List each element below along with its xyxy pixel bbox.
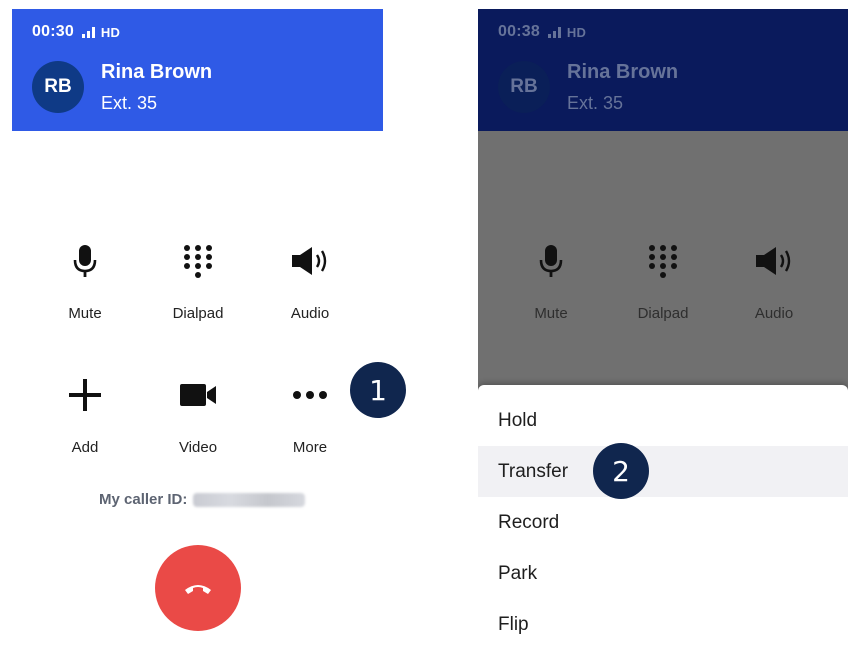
dialpad-button[interactable]: Dialpad — [608, 241, 718, 341]
status-bar: 00:38 HD — [498, 23, 586, 41]
audio-button[interactable]: Audio — [719, 241, 829, 341]
plus-icon — [30, 375, 140, 415]
microphone-icon — [496, 241, 606, 281]
mute-label: Mute — [68, 305, 102, 322]
mute-label: Mute — [534, 305, 568, 322]
hd-indicator: HD — [100, 24, 121, 40]
more-button[interactable]: More — [255, 375, 365, 475]
audio-button[interactable]: Audio — [255, 241, 365, 341]
call-timer: 00:30 — [32, 23, 74, 40]
avatar: RB — [498, 61, 550, 113]
signal-icon — [547, 26, 561, 38]
mute-button[interactable]: Mute — [496, 241, 606, 341]
step-badge-2: 2 — [593, 443, 649, 499]
video-label: Video — [178, 439, 218, 456]
my-caller-id: My caller ID: — [99, 491, 306, 508]
call-timer: 00:38 — [498, 23, 540, 40]
status-bar: 00:30 HD — [32, 23, 120, 41]
add-button[interactable]: Add — [30, 375, 140, 475]
menu-item-flip[interactable]: Flip — [478, 599, 848, 650]
caller-id-label: My caller ID: — [99, 491, 188, 508]
hang-up-icon — [185, 585, 211, 594]
microphone-icon — [30, 241, 140, 281]
hang-up-button[interactable] — [155, 545, 241, 631]
more-dots-icon — [255, 375, 365, 415]
dialpad-icon — [143, 241, 253, 281]
menu-item-transfer[interactable]: Transfer — [478, 446, 848, 497]
video-button[interactable]: Video — [143, 375, 253, 475]
caller-extension: Ext. 35 — [567, 93, 624, 113]
dialpad-button[interactable]: Dialpad — [143, 241, 253, 341]
hd-indicator: HD — [566, 24, 587, 40]
caller-name: Rina Brown — [567, 61, 679, 83]
call-header: 00:38 HD RB Rina Brown Ext. 35 — [478, 9, 848, 131]
dialpad-icon — [608, 241, 718, 281]
caller-name: Rina Brown — [101, 61, 213, 83]
audio-label: Audio — [290, 305, 330, 322]
more-options-menu: Hold Transfer Record Park Flip — [478, 385, 848, 650]
video-camera-icon — [143, 375, 253, 415]
call-header: 00:30 HD RB Rina Brown Ext. 35 — [12, 9, 383, 131]
call-screen-active: 00:30 HD RB Rina Brown Ext. 35 Mute Dial… — [12, 9, 383, 650]
menu-item-record[interactable]: Record — [478, 497, 848, 548]
speaker-icon — [719, 241, 829, 281]
menu-item-hold[interactable]: Hold — [478, 395, 848, 446]
mute-button[interactable]: Mute — [30, 241, 140, 341]
dialpad-label: Dialpad — [637, 305, 689, 322]
step-badge-1: 1 — [350, 362, 406, 418]
audio-label: Audio — [754, 305, 794, 322]
dialpad-label: Dialpad — [172, 305, 224, 322]
caller-extension: Ext. 35 — [101, 93, 158, 113]
signal-icon — [81, 26, 95, 38]
caller-id-redacted — [193, 492, 306, 507]
add-label: Add — [71, 439, 99, 456]
speaker-icon — [255, 241, 365, 281]
more-label: More — [292, 439, 328, 456]
avatar: RB — [32, 61, 84, 113]
call-screen-more-menu: 00:38 HD RB Rina Brown Ext. 35 Mute Dial… — [478, 9, 848, 650]
menu-item-park[interactable]: Park — [478, 548, 848, 599]
